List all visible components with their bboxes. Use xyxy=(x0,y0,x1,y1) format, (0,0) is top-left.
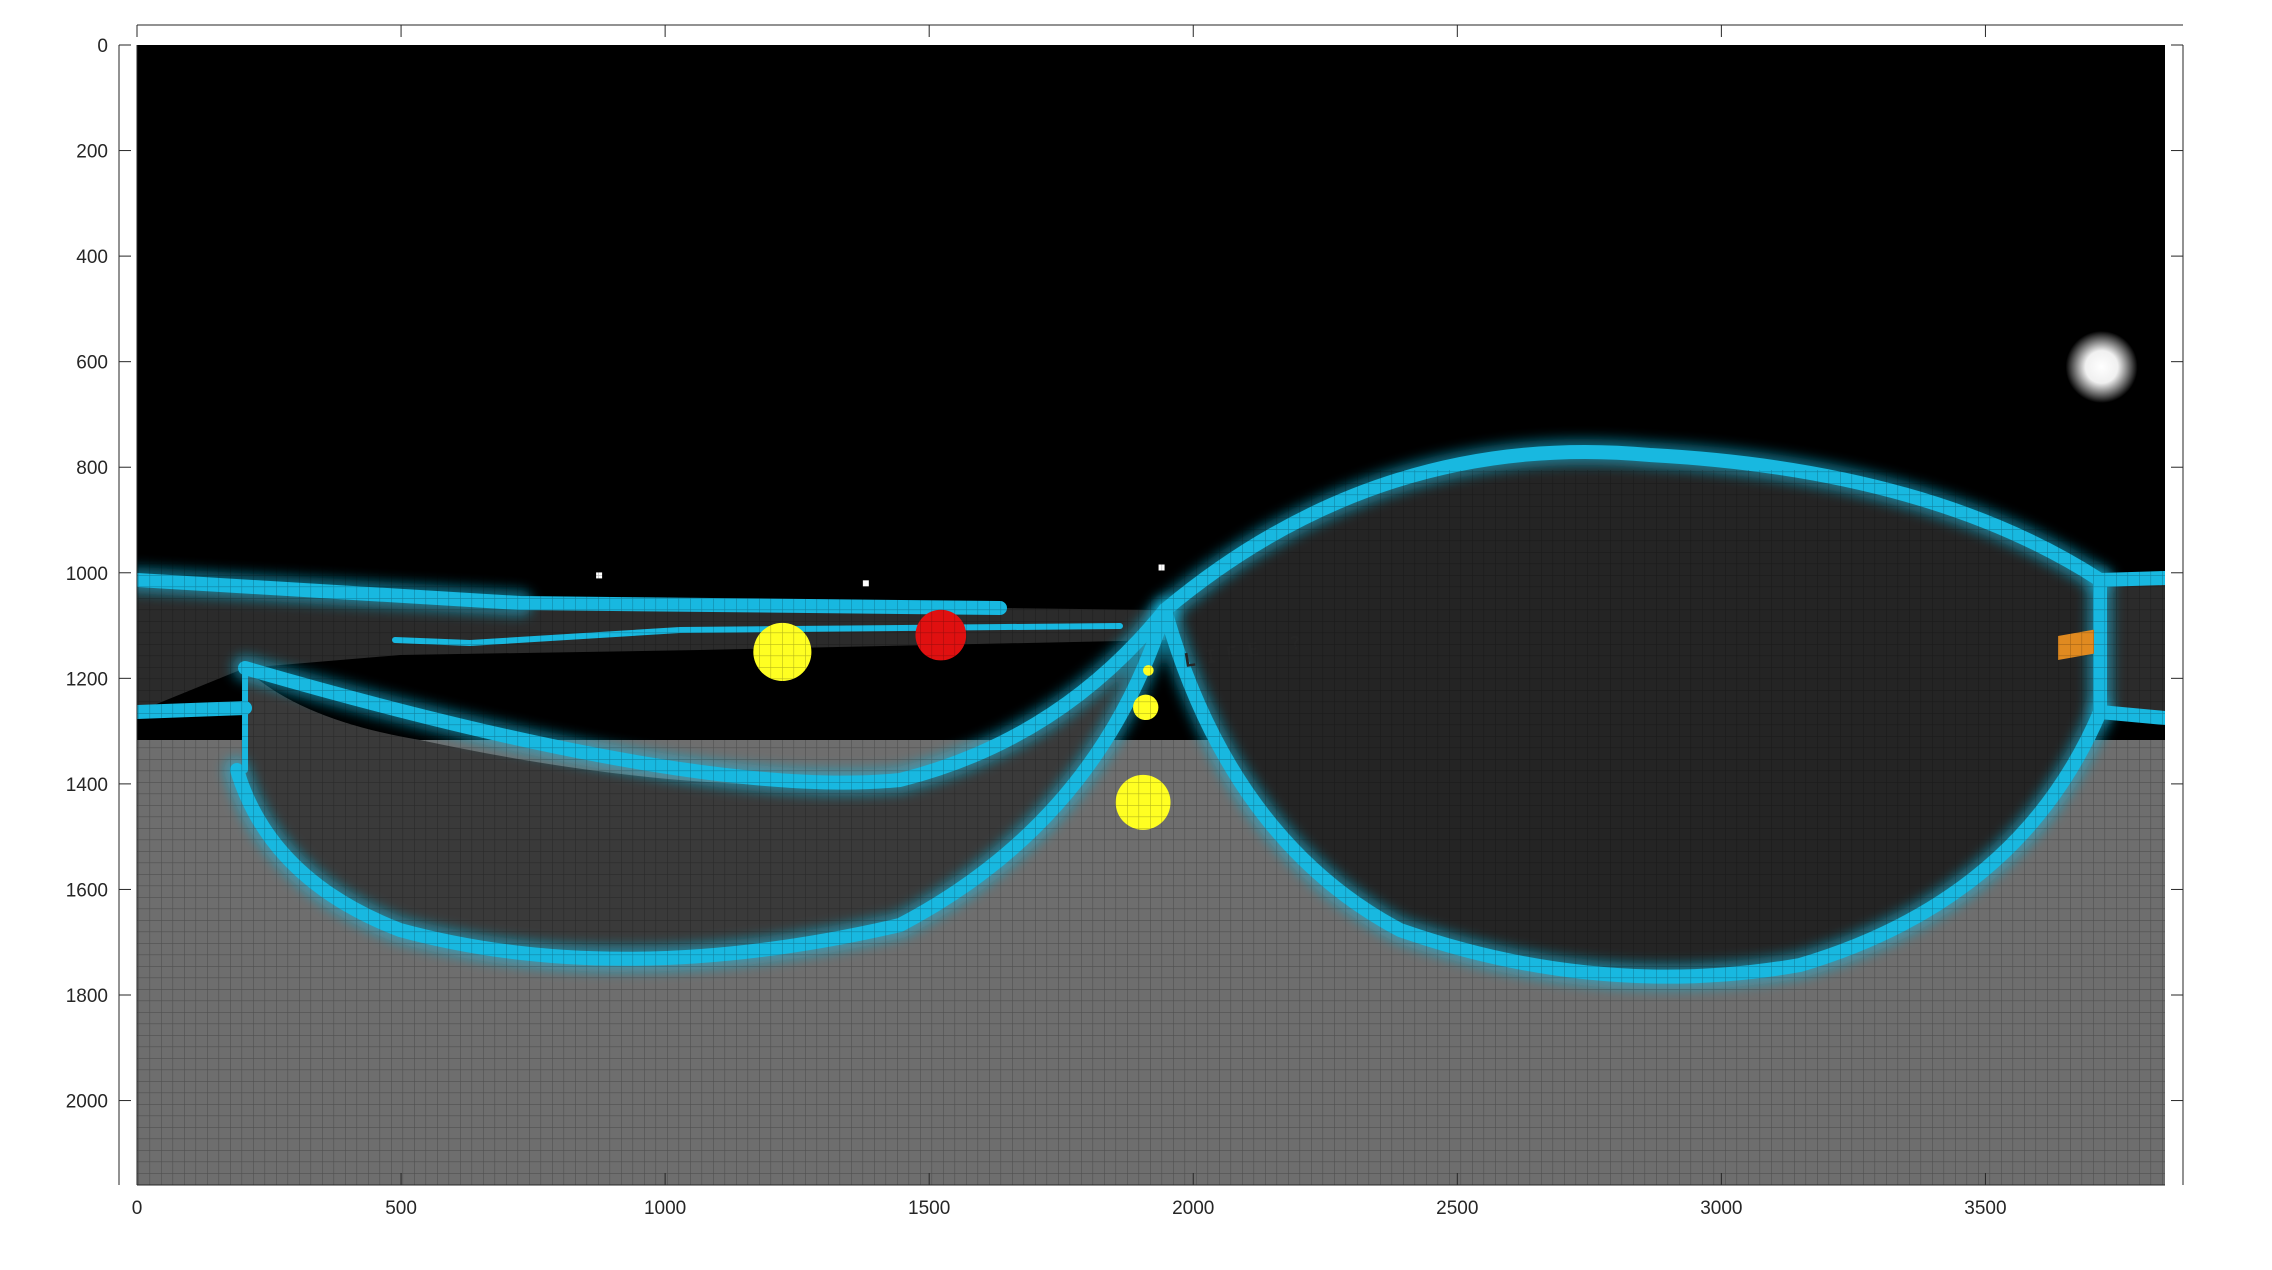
x-tick-label-3500: 3500 xyxy=(1964,1198,2006,1219)
y-tick-label-1200: 1200 xyxy=(66,669,108,690)
x-tick-label-2000: 2000 xyxy=(1172,1198,1214,1219)
y-tick-label-200: 200 xyxy=(76,142,108,163)
moon xyxy=(2065,330,2138,403)
y-tick-label-600: 600 xyxy=(76,353,108,374)
x-tick-label-0: 0 xyxy=(132,1198,143,1219)
y-tick-label-400: 400 xyxy=(76,247,108,268)
x-tick-label-1500: 1500 xyxy=(908,1198,950,1219)
x-tick-label-1000: 1000 xyxy=(644,1198,686,1219)
pixel-grid-overlay xyxy=(137,470,2165,1185)
y-tick-label-1000: 1000 xyxy=(66,564,108,585)
x-tick-label-500: 500 xyxy=(385,1198,417,1219)
y-tick-label-1400: 1400 xyxy=(66,775,108,796)
y-tick-label-2000: 2000 xyxy=(66,1092,108,1113)
x-tick-label-3000: 3000 xyxy=(1700,1198,1742,1219)
game-scene: LIFE ? xyxy=(137,45,2165,1185)
y-tick-label-800: 800 xyxy=(76,458,108,479)
x-tick-label-2500: 2500 xyxy=(1436,1198,1478,1219)
y-tick-label-1800: 1800 xyxy=(66,986,108,1007)
figure: LIFE ? 0 500 1000 1500 2000 2500 3000 3500 0 200… xyxy=(66,24,2184,1219)
y-tick-label-0: 0 xyxy=(97,36,108,57)
y-tick-label-1600: 1600 xyxy=(66,880,108,901)
